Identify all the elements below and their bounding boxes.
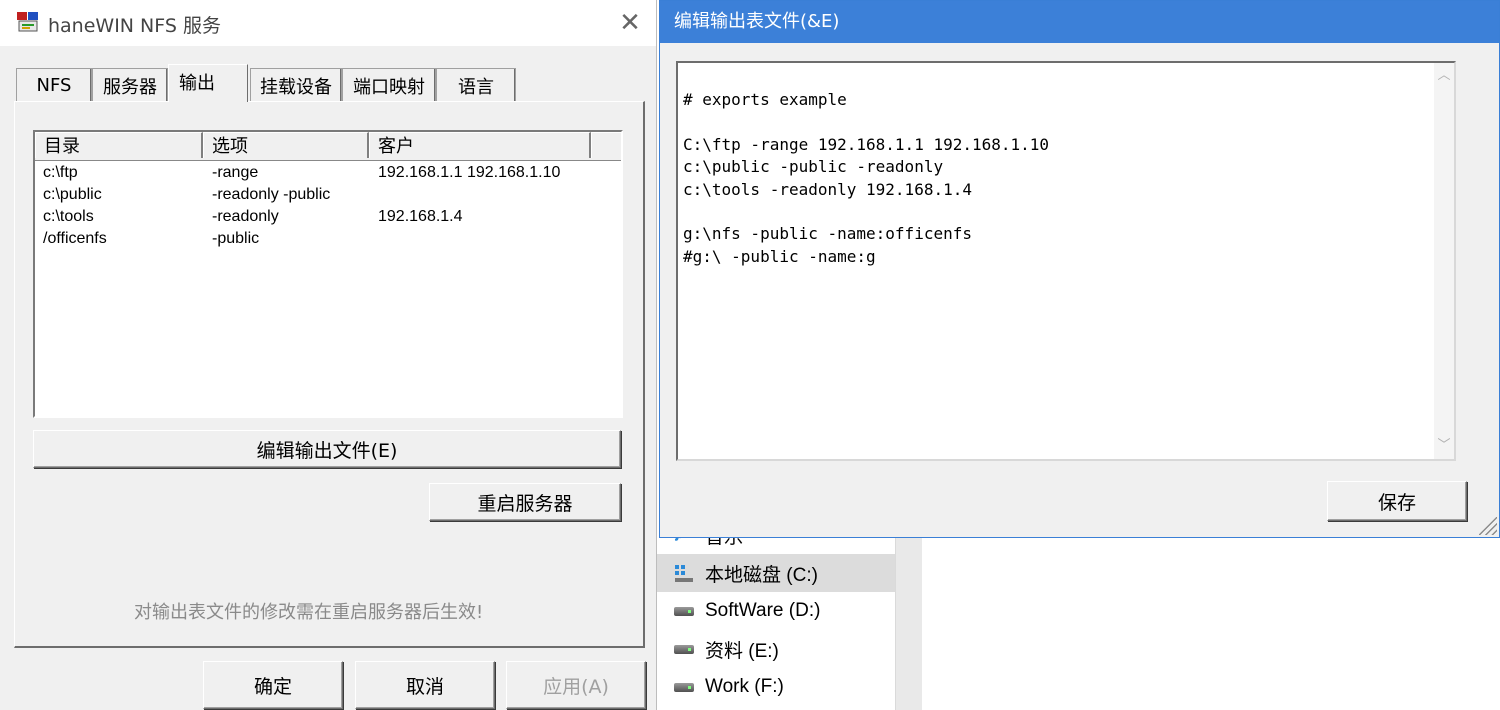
edit-exports-button[interactable]: 编辑输出文件(E) bbox=[33, 430, 621, 468]
column-label: 客户 bbox=[378, 136, 414, 157]
nav-item-drive-f[interactable]: Work (F:) bbox=[655, 668, 895, 706]
ok-button[interactable]: 确定 bbox=[203, 661, 343, 709]
nav-item-label: 本地磁盘 (C:) bbox=[705, 564, 818, 586]
resize-grip-icon[interactable] bbox=[1479, 517, 1497, 535]
table-row[interactable]: c:\public -readonly -public bbox=[35, 184, 621, 206]
tab-label: 服务器 bbox=[103, 76, 157, 98]
apply-button[interactable]: 应用(A) bbox=[506, 661, 646, 709]
button-label: 应用(A) bbox=[543, 675, 609, 698]
table-row[interactable]: c:\ftp -range 192.168.1.1 192.168.1.10 bbox=[35, 162, 621, 184]
nfs-service-dialog: haneWIN NFS 服务 ✕ NFS 服务器 输出 挂载设备 端口映射 语言… bbox=[0, 0, 657, 710]
title-bar[interactable]: 编辑输出表文件(&E) bbox=[660, 1, 1499, 43]
editor-scrollbar[interactable]: ︿ ﹀ bbox=[1434, 63, 1454, 459]
nav-item-label: SoftWare (D:) bbox=[705, 600, 821, 621]
tab-nfs[interactable]: NFS bbox=[16, 68, 92, 102]
cell-options: -range bbox=[212, 164, 259, 181]
tab-port-mapping[interactable]: 端口映射 bbox=[342, 68, 436, 102]
column-label: 选项 bbox=[212, 136, 248, 157]
button-label: 取消 bbox=[405, 675, 444, 698]
nav-pane-scrollbar[interactable] bbox=[895, 530, 922, 710]
editor-content[interactable]: # exports example C:\ftp -range 192.168.… bbox=[683, 89, 1049, 268]
hanewin-app-icon bbox=[17, 12, 38, 32]
scroll-down-icon[interactable]: ﹀ bbox=[1434, 435, 1454, 457]
nav-item-drive-e[interactable]: 资料 (E:) bbox=[655, 630, 895, 668]
table-row[interactable]: c:\tools -readonly 192.168.1.4 bbox=[35, 206, 621, 228]
cell-directory: /officenfs bbox=[43, 230, 107, 247]
cell-directory: c:\ftp bbox=[43, 164, 78, 181]
cell-directory: c:\public bbox=[43, 186, 102, 203]
list-header: 目录 选项 客户 bbox=[35, 132, 621, 161]
close-icon[interactable]: ✕ bbox=[612, 6, 648, 40]
window-title: haneWIN NFS 服务 bbox=[48, 15, 221, 37]
tab-mount-devices[interactable]: 挂载设备 bbox=[250, 68, 342, 102]
exports-text-editor[interactable]: # exports example C:\ftp -range 192.168.… bbox=[676, 61, 1456, 461]
tab-language[interactable]: 语言 bbox=[436, 68, 516, 102]
drive-icon bbox=[673, 600, 695, 622]
button-label: 保存 bbox=[1377, 491, 1416, 514]
restart-hint-text: 对输出表文件的修改需在重启服务器后生效! bbox=[134, 602, 484, 623]
nav-item-drive-c[interactable]: 本地磁盘 (C:) bbox=[655, 554, 895, 592]
drive-icon bbox=[673, 638, 695, 660]
column-label: 目录 bbox=[44, 136, 80, 157]
tab-label: 端口映射 bbox=[353, 76, 425, 98]
edit-exports-dialog: 编辑输出表文件(&E) # exports example C:\ftp -ra… bbox=[659, 0, 1500, 538]
cell-options: -readonly bbox=[212, 208, 279, 225]
tab-label: 语言 bbox=[458, 76, 494, 98]
windows-drive-icon bbox=[673, 562, 695, 584]
cell-options: -public bbox=[212, 230, 260, 247]
cell-options: -readonly -public bbox=[212, 186, 331, 203]
cell-clients: 192.168.1.4 bbox=[378, 208, 463, 225]
save-button[interactable]: 保存 bbox=[1327, 481, 1467, 521]
tab-label: NFS bbox=[36, 75, 72, 96]
file-explorer-background: ♪ 音乐 本地磁盘 (C:) SoftWare (D:) 资料 (E:) Wor… bbox=[655, 524, 1500, 710]
exports-list[interactable]: 目录 选项 客户 c:\ftp -range 192.168.1.1 192.1… bbox=[33, 130, 623, 418]
tab-label: 输出 bbox=[179, 73, 215, 94]
column-header-clients[interactable]: 客户 bbox=[369, 132, 591, 158]
navigation-pane: ♪ 音乐 本地磁盘 (C:) SoftWare (D:) 资料 (E:) Wor… bbox=[655, 524, 895, 710]
scroll-up-icon[interactable]: ︿ bbox=[1434, 65, 1454, 87]
title-bar[interactable]: haneWIN NFS 服务 ✕ bbox=[0, 0, 656, 46]
button-label: 确定 bbox=[253, 675, 292, 698]
nav-item-label: Work (F:) bbox=[705, 676, 784, 697]
cell-directory: c:\tools bbox=[43, 208, 94, 225]
cell-clients: 192.168.1.1 192.168.1.10 bbox=[378, 164, 561, 181]
nav-item-drive-d[interactable]: SoftWare (D:) bbox=[655, 592, 895, 630]
cancel-button[interactable]: 取消 bbox=[355, 661, 495, 709]
tab-server[interactable]: 服务器 bbox=[92, 68, 168, 102]
tab-label: 挂载设备 bbox=[260, 76, 332, 98]
nav-item-label: 资料 (E:) bbox=[705, 640, 779, 662]
button-label: 重启服务器 bbox=[477, 492, 573, 515]
button-label: 编辑输出文件(E) bbox=[256, 439, 398, 462]
window-title: 编辑输出表文件(&E) bbox=[674, 11, 840, 32]
column-header-directory[interactable]: 目录 bbox=[35, 132, 203, 158]
drive-icon bbox=[673, 676, 695, 698]
table-row[interactable]: /officenfs -public bbox=[35, 228, 621, 250]
tab-exports[interactable]: 输出 bbox=[168, 64, 248, 102]
restart-server-button[interactable]: 重启服务器 bbox=[429, 483, 621, 521]
column-header-options[interactable]: 选项 bbox=[203, 132, 369, 158]
column-header-filler bbox=[591, 132, 621, 158]
